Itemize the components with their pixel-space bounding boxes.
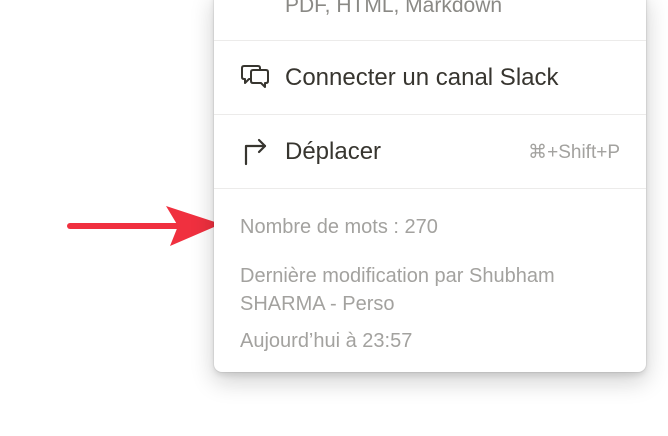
- page-options-menu: PDF, HTML, Markdown Connecter un canal S…: [214, 0, 646, 372]
- menu-divider: [214, 188, 646, 189]
- slack-chat-icon: [238, 61, 272, 95]
- last-modified-workspace: SHARMA - Perso: [240, 293, 395, 315]
- last-modified-by: Dernière modification par Shubham: [240, 265, 555, 287]
- screen: PDF, HTML, Markdown Connecter un canal S…: [0, 0, 668, 436]
- connect-slack-label: Connecter un canal Slack: [285, 64, 559, 91]
- menu-divider: [214, 40, 646, 41]
- export-formats-subtitle: PDF, HTML, Markdown: [285, 0, 503, 17]
- last-modified-timestamp: Aujourd’hui à 23:57: [240, 330, 413, 352]
- move-menu-item[interactable]: Déplacer ⌘+Shift+P: [214, 116, 646, 188]
- word-count: Nombre de mots : 270: [240, 216, 438, 238]
- annotation-arrow-icon: [67, 206, 221, 246]
- move-arrow-icon: [238, 135, 272, 169]
- move-label: Déplacer: [285, 138, 382, 165]
- move-shortcut: ⌘+Shift+P: [528, 141, 620, 163]
- menu-divider: [214, 114, 646, 115]
- connect-slack-menu-item[interactable]: Connecter un canal Slack: [214, 42, 646, 114]
